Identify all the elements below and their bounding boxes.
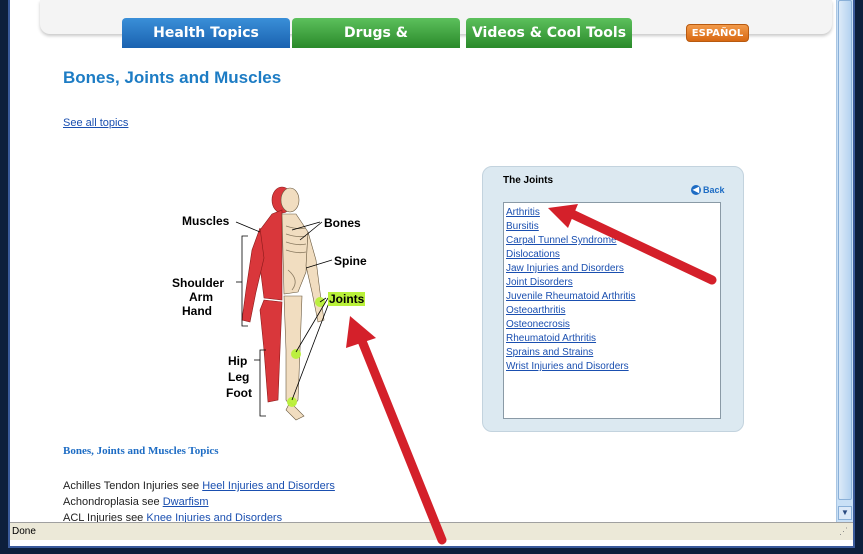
vertical-scrollbar[interactable]: ▼ <box>836 0 853 522</box>
resize-grip-icon[interactable]: ⋰ <box>839 526 851 538</box>
back-arrow-icon: ◀ <box>691 185 701 195</box>
joints-panel: The Joints ◀ Back Arthritis Bursitis Car… <box>482 166 744 432</box>
label-arm[interactable]: Arm <box>189 290 213 304</box>
label-joints[interactable]: Joints <box>328 292 366 306</box>
label-hip[interactable]: Hip <box>228 354 247 368</box>
list-item[interactable]: Arthritis <box>506 206 720 220</box>
label-bones[interactable]: Bones <box>324 216 361 230</box>
back-label: Back <box>703 185 725 195</box>
topic-link[interactable]: Heel Injuries and Disorders <box>202 480 335 492</box>
list-item[interactable]: Osteoarthritis <box>506 304 720 318</box>
topic-row: Achilles Tendon Injuries see Heel Injuri… <box>63 478 335 494</box>
topics-list: Achilles Tendon Injuries see Heel Injuri… <box>63 478 335 526</box>
topic-text: Achilles Tendon Injuries see <box>63 480 203 492</box>
list-item[interactable]: Jaw Injuries and Disorders <box>506 262 720 276</box>
status-bar: Done ⋰ <box>10 522 853 540</box>
topic-row: Achondroplasia see Dwarfism <box>63 494 335 510</box>
body-diagram[interactable]: Muscles Bones Spine Shoulder Arm Hand Jo… <box>160 180 400 428</box>
joints-list[interactable]: Arthritis Bursitis Carpal Tunnel Syndrom… <box>503 202 721 419</box>
tab-health-topics[interactable]: Health Topics <box>122 18 290 48</box>
topic-link[interactable]: Dwarfism <box>163 496 209 508</box>
label-leg[interactable]: Leg <box>228 370 249 384</box>
topics-heading: Bones, Joints and Muscles Topics <box>63 445 219 457</box>
label-foot[interactable]: Foot <box>226 386 252 400</box>
list-item[interactable]: Carpal Tunnel Syndrome <box>506 234 720 248</box>
scroll-thumb[interactable] <box>838 0 852 500</box>
panel-title: The Joints <box>503 175 554 186</box>
list-item[interactable]: Sprains and Strains <box>506 346 720 360</box>
page-title: Bones, Joints and Muscles <box>63 68 282 87</box>
browser-content: Health Topics Drugs & Supplements Videos… <box>8 0 855 548</box>
scroll-down-icon[interactable]: ▼ <box>838 506 852 520</box>
back-link[interactable]: ◀ Back <box>691 185 725 195</box>
label-hand[interactable]: Hand <box>182 304 212 318</box>
label-shoulder[interactable]: Shoulder <box>172 276 224 290</box>
list-item[interactable]: Osteonecrosis <box>506 318 720 332</box>
see-all-topics-link[interactable]: See all topics <box>63 117 128 129</box>
tab-videos-tools[interactable]: Videos & Cool Tools <box>466 18 632 48</box>
list-item[interactable]: Dislocations <box>506 248 720 262</box>
list-item[interactable]: Joint Disorders <box>506 276 720 290</box>
espanol-button[interactable]: ESPAÑOL <box>686 24 749 42</box>
list-item[interactable]: Bursitis <box>506 220 720 234</box>
label-spine[interactable]: Spine <box>334 254 367 268</box>
list-item[interactable]: Rheumatoid Arthritis <box>506 332 720 346</box>
tab-drugs-supplements[interactable]: Drugs & Supplements <box>292 18 460 71</box>
list-item[interactable]: Juvenile Rheumatoid Arthritis <box>506 290 720 304</box>
label-muscles[interactable]: Muscles <box>182 214 229 228</box>
list-item[interactable]: Wrist Injuries and Disorders <box>506 360 720 374</box>
topic-text: Achondroplasia see <box>63 496 163 508</box>
status-text: Done <box>12 526 36 537</box>
